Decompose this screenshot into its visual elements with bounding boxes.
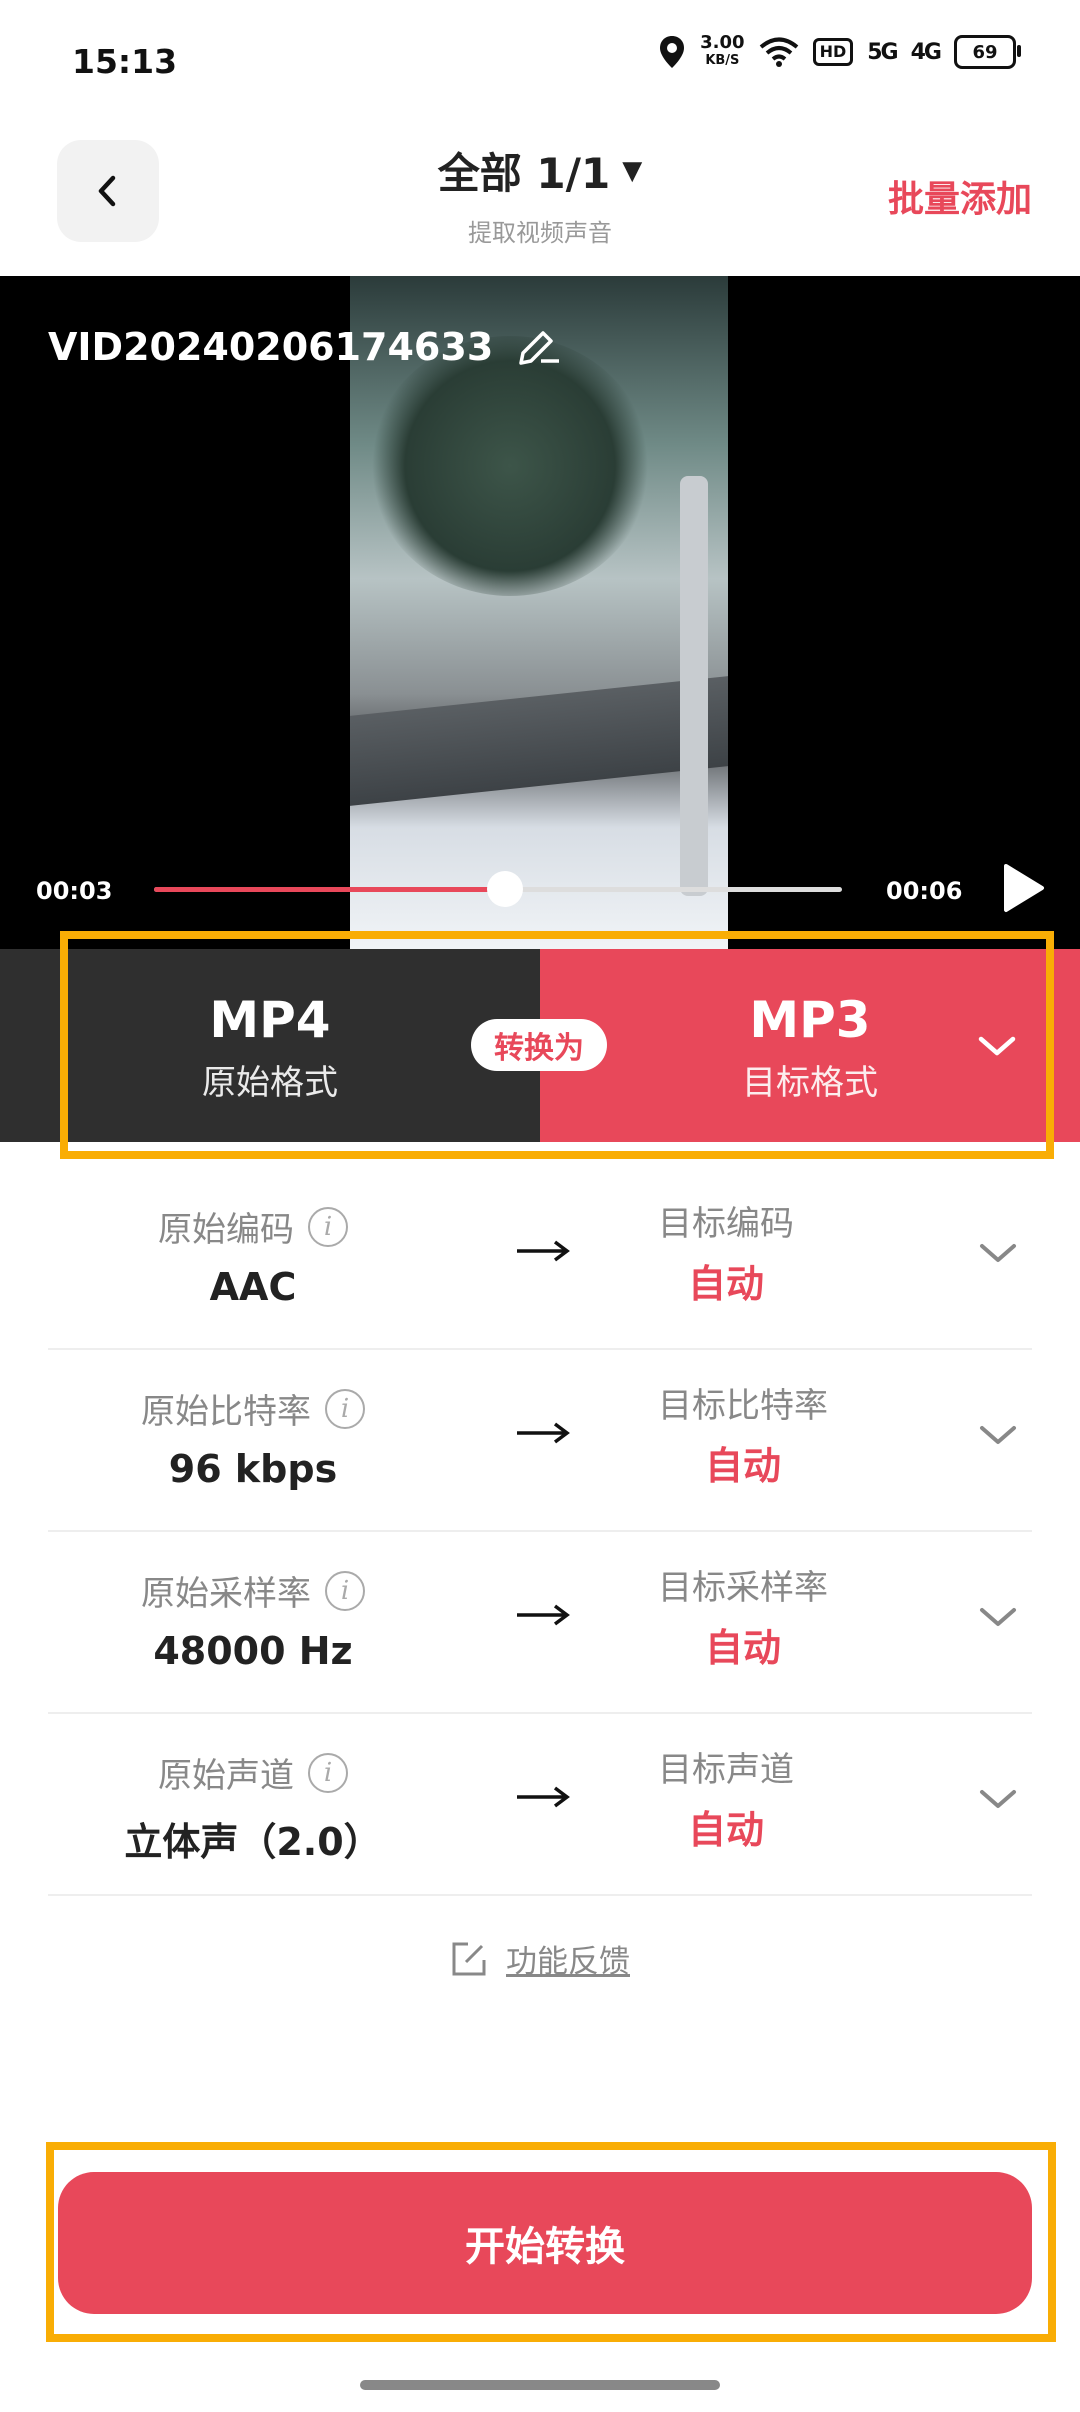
param-target-label: 目标编码 [658,1204,794,1244]
play-icon[interactable] [1000,862,1046,914]
param-source-value: 48000 Hz [153,1629,353,1673]
hd-badge: HD [812,38,854,66]
info-icon[interactable]: i [308,1206,348,1247]
param-target-value: 自动 [704,1626,781,1670]
param-row-channels[interactable]: 原始声道 i 立体声（2.0） 目标声道 自动 [48,1712,1032,1896]
arrow-right-icon [517,1604,570,1626]
param-source: 原始声道 i 立体声（2.0） [48,1748,458,1866]
video-filename: VID20240206174633 [48,325,563,369]
feedback-link[interactable]: 功能反馈 [450,1936,630,1981]
param-row-bitrate[interactable]: 原始比特率 i 96 kbps 目标比特率 自动 [48,1348,1032,1532]
status-bar: 15:13 3.00 KB/S HD 5G 4G 69 [0,0,1080,125]
info-icon[interactable]: i [325,1388,365,1429]
chevron-down-icon[interactable] [976,1238,1020,1268]
arrow-right-icon [517,1240,570,1262]
format-highlight-box [60,931,1054,1159]
page-title: 全部 1/1 [437,149,611,198]
edit-note-icon [452,1942,486,1975]
status-icons: 3.00 KB/S HD 5G 4G 69 [658,32,1021,70]
video-player[interactable] [0,276,1080,949]
video-frame-road [350,676,728,806]
signal-4g-icon: 4G [910,39,942,65]
video-frame-trunk [680,476,708,896]
param-source-label: 原始比特率 [141,1392,311,1432]
home-indicator[interactable] [360,2380,720,2390]
param-source-value: 96 kbps [168,1447,338,1491]
batch-add-button[interactable]: 批量添加 [888,170,1032,222]
param-target-value: 自动 [687,1262,764,1306]
progress-slider[interactable] [154,871,842,907]
param-source-value: AAC [209,1265,297,1309]
caret-down-icon: ▼ [622,155,643,186]
param-source-label: 原始采样率 [141,1574,311,1614]
chevron-down-icon[interactable] [976,1784,1020,1814]
param-target-label: 目标比特率 [658,1386,828,1426]
info-icon[interactable]: i [308,1752,348,1793]
start-highlight-box [46,2142,1056,2342]
arrow-right-icon [517,1786,570,1808]
title-dropdown[interactable]: 全部 1/1 ▼ [438,140,642,201]
param-row-codec[interactable]: 原始编码 i AAC 目标编码 自动 [48,1166,1032,1350]
feedback-label: 功能反馈 [506,1944,630,1980]
video-frame-tree [370,336,650,596]
current-time: 00:03 [36,877,113,905]
param-target-value: 自动 [687,1808,764,1852]
param-row-samplerate[interactable]: 原始采样率 i 48000 Hz 目标采样率 自动 [48,1530,1032,1714]
video-filename-text: VID20240206174633 [48,325,494,369]
param-source-label: 原始编码 [158,1210,294,1250]
param-source-label: 原始声道 [158,1756,294,1796]
param-target-label: 目标采样率 [658,1568,828,1608]
param-source: 原始采样率 i 48000 Hz [48,1566,458,1673]
info-icon[interactable]: i [325,1570,365,1611]
param-target-value: 自动 [704,1444,781,1488]
param-source: 原始编码 i AAC [48,1202,458,1309]
signal-5g-icon: 5G [867,39,898,65]
progress-fill [154,887,505,892]
chevron-down-icon[interactable] [976,1602,1020,1632]
param-source-value: 立体声（2.0） [124,1820,382,1864]
location-icon [660,36,685,68]
net-speed: 3.00 KB/S [700,32,745,69]
edit-pencil-icon[interactable] [515,325,563,369]
param-target-label: 目标声道 [658,1750,794,1790]
progress-thumb[interactable] [486,871,523,907]
chevron-down-icon[interactable] [976,1420,1020,1450]
arrow-right-icon [517,1422,570,1444]
video-frame [350,276,728,949]
status-time: 15:13 [72,42,178,81]
battery-icon: 69 [954,35,1021,69]
wifi-icon [759,37,798,67]
total-time: 00:06 [886,877,963,905]
param-source: 原始比特率 i 96 kbps [48,1384,458,1491]
